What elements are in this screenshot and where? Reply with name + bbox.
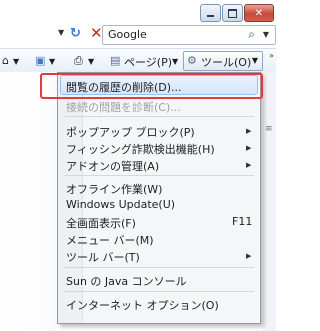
gear-icon: ⚙ <box>187 54 197 67</box>
page-menu-button[interactable]: ページ(P) <box>124 54 172 70</box>
address-dropdown-icon[interactable]: ▼ <box>58 28 64 37</box>
menu-item-popup-blocker[interactable]: ポップアップ ブロック(P) <box>66 124 195 140</box>
tools-label: ツール(O) <box>201 56 252 69</box>
minimize-icon <box>201 5 220 21</box>
submenu-arrow-icon: ▶ <box>246 252 252 260</box>
window-controls: ✕ <box>200 4 274 22</box>
search-box[interactable]: Google ⌕ ▼ <box>102 25 276 45</box>
menu-item-windows-update[interactable]: Windows Update(U) <box>66 198 175 211</box>
page-icon: ▤ <box>110 54 121 67</box>
search-dropdown-icon[interactable]: ▼ <box>263 30 269 39</box>
submenu-arrow-icon: ▶ <box>246 144 252 152</box>
close-button[interactable]: ✕ <box>243 4 274 22</box>
tools-dropdown-icon: ▼ <box>251 56 258 65</box>
maximize-icon <box>223 5 242 21</box>
feeds-icon[interactable]: ▣ <box>35 54 45 67</box>
close-icon: ✕ <box>254 7 264 19</box>
address-row: ▼ ↻ ✕ Google ⌕ ▼ <box>0 23 276 45</box>
chevron-right-icon[interactable]: » <box>269 51 274 60</box>
refresh-icon[interactable]: ↻ <box>70 26 81 41</box>
page-dropdown-icon[interactable]: ▼ <box>172 57 178 66</box>
search-icon[interactable]: ⌕ <box>248 27 255 42</box>
menu-item-manage-addons[interactable]: アドオンの管理(A) <box>66 158 159 174</box>
menu-separator <box>64 175 254 176</box>
command-bar: ⌂ ▼ ▣ ▼ ⎙ ▼ ▤ ページ(P) ▼ ⚙ ツール(O) ▼ » <box>0 48 276 74</box>
home-dropdown-icon[interactable]: ▼ <box>13 57 19 66</box>
menu-item-menu-bar[interactable]: メニュー バー(M) <box>66 232 154 248</box>
print-icon[interactable]: ⎙ <box>74 54 83 68</box>
menu-item-full-screen[interactable]: 全画面表示(F) <box>66 215 136 231</box>
annotation-highlight <box>40 73 263 99</box>
shortcut-label: F11 <box>232 215 253 228</box>
submenu-arrow-icon: ▶ <box>246 127 252 135</box>
menu-item-diagnose-connection: 接続の問題を診断(C)... <box>66 101 181 114</box>
tools-menu-button[interactable]: ⚙ ツール(O) ▼ <box>183 51 263 71</box>
search-input[interactable]: Google <box>108 28 147 41</box>
print-dropdown-icon[interactable]: ▼ <box>88 57 94 66</box>
menu-item-toolbars[interactable]: ツール バー(T) <box>66 249 140 265</box>
maximize-button[interactable] <box>221 4 243 22</box>
home-icon[interactable]: ⌂ <box>2 54 9 67</box>
menu-item-phishing-filter[interactable]: フィッシング詐欺検出機能(H) <box>66 141 215 157</box>
page-background <box>0 72 57 331</box>
tools-menu: 閲覧の履歴の削除(D)... 接続の問題を診断(C)... ポップアップ ブロッ… <box>57 72 261 324</box>
menu-separator <box>64 116 254 117</box>
menu-item-internet-options[interactable]: インターネット オプション(O) <box>66 297 219 313</box>
menu-separator <box>64 267 254 268</box>
menu-item-java-console[interactable]: Sun の Java コンソール <box>66 273 187 289</box>
stop-icon[interactable]: ✕ <box>90 24 103 42</box>
menu-separator <box>64 291 254 292</box>
menu-item-work-offline[interactable]: オフライン作業(W) <box>66 181 162 197</box>
submenu-arrow-icon: ▶ <box>246 161 252 169</box>
page-edge: ≡ <box>263 72 276 331</box>
feeds-dropdown-icon[interactable]: ▼ <box>49 57 55 66</box>
minimize-button[interactable] <box>200 4 221 22</box>
